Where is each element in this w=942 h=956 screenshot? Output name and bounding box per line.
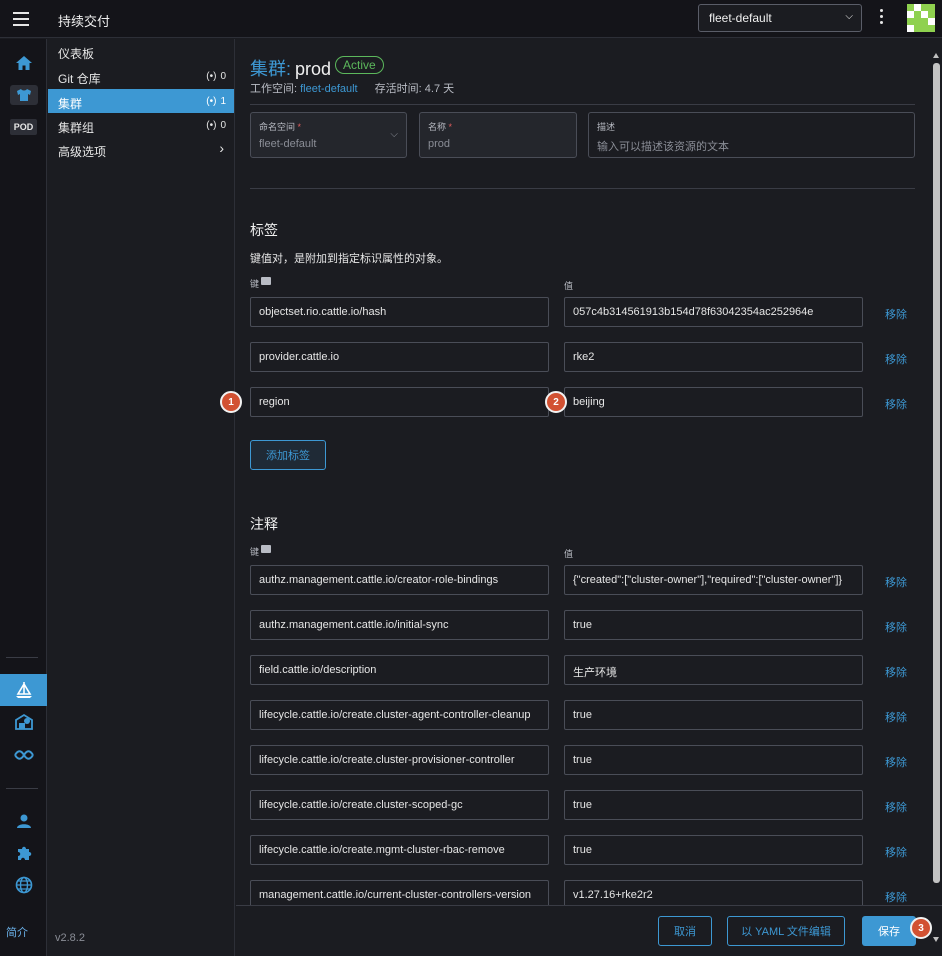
about-link[interactable]: 简介 bbox=[6, 924, 28, 940]
chevron-down-icon: ⌵ bbox=[390, 129, 398, 140]
namespace-field: 命名空间 * fleet-default ⌵ bbox=[250, 112, 407, 158]
remove-annotation-button[interactable]: 移除 bbox=[885, 574, 907, 590]
description-placeholder: 输入可以描述该资源的文本 bbox=[597, 141, 729, 153]
status-badge: Active bbox=[335, 56, 384, 74]
edit-yaml-button[interactable]: 以 YAML 文件编辑 bbox=[727, 916, 845, 946]
scroll-down-icon[interactable] bbox=[933, 937, 939, 942]
top-header: 持续交付 fleet-default ⌵ bbox=[0, 0, 942, 38]
annotation-key-input[interactable]: field.cattle.io/description bbox=[250, 655, 549, 685]
annotation-key-input[interactable]: authz.management.cattle.io/initial-sync bbox=[250, 610, 549, 640]
labels-description: 键值对，是附加到指定标识属性的对象。 bbox=[250, 253, 448, 265]
info-icon bbox=[261, 277, 272, 285]
name-field: 名称 * prod bbox=[419, 112, 577, 158]
info-icon bbox=[261, 545, 272, 553]
count-badge: (•) 0 bbox=[206, 120, 226, 131]
side-nav: 仪表板 Git 仓库 (•) 0 集群 (•) 1 集群组 (•) 0 高级选项 › … bbox=[48, 39, 235, 956]
save-button[interactable]: 保存 bbox=[862, 916, 916, 946]
scroll-up-icon[interactable] bbox=[933, 53, 939, 58]
add-label-button[interactable]: 添加标签 bbox=[250, 440, 326, 470]
cancel-button[interactable]: 取消 bbox=[658, 916, 712, 946]
remove-annotation-button[interactable]: 移除 bbox=[885, 709, 907, 725]
globe-icon[interactable] bbox=[0, 869, 47, 901]
main-content: 集群: prod Active 工作空间: fleet-default 存活时间:… bbox=[236, 39, 942, 956]
annotation-value-input[interactable]: 生产环境 bbox=[564, 655, 863, 685]
remove-annotation-button[interactable]: 移除 bbox=[885, 754, 907, 770]
annotation-value-input[interactable]: {"created":["cluster-owner"],"required":… bbox=[564, 565, 863, 595]
chevron-right-icon: › bbox=[219, 140, 224, 156]
labels-value-header: 值 bbox=[564, 281, 574, 291]
form-footer: 取消 以 YAML 文件编辑 保存 bbox=[236, 905, 942, 956]
remove-annotation-button[interactable]: 移除 bbox=[885, 799, 907, 815]
nav-item-advanced[interactable]: 高级选项 › bbox=[48, 137, 234, 161]
cluster-explorer-icon[interactable] bbox=[0, 79, 47, 111]
description-field[interactable]: 描述 输入可以描述该资源的文本 bbox=[588, 112, 915, 158]
label-key-input[interactable]: region bbox=[250, 387, 549, 417]
annotation-value-input[interactable]: true bbox=[564, 610, 863, 640]
virtualization-icon[interactable] bbox=[0, 739, 47, 771]
icon-rail: POD 简介 bbox=[0, 39, 47, 956]
annotation-value-input[interactable]: true bbox=[564, 790, 863, 820]
workspace-select[interactable]: fleet-default ⌵ bbox=[698, 4, 862, 32]
annotation-key-input[interactable]: authz.management.cattle.io/creator-role-… bbox=[250, 565, 549, 595]
label-value-input[interactable]: 057c4b314561913b154d78f63042354ac252964e bbox=[564, 297, 863, 327]
remove-label-button[interactable]: 移除 bbox=[885, 396, 907, 412]
step-marker: 3 bbox=[910, 917, 932, 939]
annotations-value-header: 值 bbox=[564, 549, 574, 559]
remove-label-button[interactable]: 移除 bbox=[885, 306, 907, 322]
extensions-icon[interactable] bbox=[0, 837, 47, 869]
annotation-value-input[interactable]: true bbox=[564, 745, 863, 775]
labels-key-header: 键 bbox=[250, 277, 272, 290]
workspace-select-value: fleet-default bbox=[709, 11, 772, 25]
remove-annotation-button[interactable]: 移除 bbox=[885, 844, 907, 860]
annotation-value-input[interactable]: true bbox=[564, 835, 863, 865]
page-title: 集群: prod bbox=[250, 55, 331, 81]
page-meta: 工作空间: fleet-default 存活时间: 4.7 天 bbox=[250, 83, 455, 95]
remove-label-button[interactable]: 移除 bbox=[885, 351, 907, 367]
label-key-input[interactable]: provider.cattle.io bbox=[250, 342, 549, 372]
annotation-value-input[interactable]: true bbox=[564, 700, 863, 730]
page-title-type: 集群: bbox=[250, 59, 292, 79]
step-marker: 2 bbox=[545, 391, 567, 413]
nav-item-cluster-groups[interactable]: 集群组 (•) 0 bbox=[48, 113, 234, 137]
cluster-management-icon[interactable] bbox=[0, 706, 47, 738]
scroll-thumb[interactable] bbox=[933, 63, 940, 883]
label-value-input[interactable]: beijing bbox=[564, 387, 863, 417]
count-badge: (•) 1 bbox=[206, 96, 226, 107]
nav-item-dashboard[interactable]: 仪表板 bbox=[48, 39, 234, 63]
count-badge: (•) 0 bbox=[206, 71, 226, 82]
pod-icon[interactable]: POD bbox=[0, 111, 47, 143]
annotation-key-input[interactable]: lifecycle.cattle.io/create.cluster-scope… bbox=[250, 790, 549, 820]
chevron-down-icon: ⌵ bbox=[845, 11, 853, 22]
app-title: 持续交付 bbox=[58, 14, 111, 29]
scrollbar[interactable] bbox=[930, 39, 942, 905]
step-marker: 1 bbox=[220, 391, 242, 413]
avatar[interactable] bbox=[907, 4, 935, 32]
more-options-icon[interactable] bbox=[878, 9, 884, 27]
annotation-key-input[interactable]: lifecycle.cattle.io/create.mgmt-cluster-… bbox=[250, 835, 549, 865]
annotation-key-input[interactable]: lifecycle.cattle.io/create.cluster-agent… bbox=[250, 700, 549, 730]
menu-icon[interactable] bbox=[13, 12, 29, 26]
continuous-delivery-icon[interactable] bbox=[0, 674, 47, 706]
label-key-input[interactable]: objectset.rio.cattle.io/hash bbox=[250, 297, 549, 327]
nav-item-clusters[interactable]: 集群 (•) 1 bbox=[48, 89, 234, 113]
user-icon[interactable] bbox=[0, 805, 47, 837]
remove-annotation-button[interactable]: 移除 bbox=[885, 619, 907, 635]
workspace-link[interactable]: fleet-default bbox=[300, 83, 357, 95]
home-icon[interactable] bbox=[0, 47, 47, 79]
annotations-title: 注释 bbox=[250, 516, 278, 532]
nav-item-git-repos[interactable]: Git 仓库 (•) 0 bbox=[48, 64, 234, 88]
version-label: v2.8.2 bbox=[55, 932, 85, 944]
remove-annotation-button[interactable]: 移除 bbox=[885, 889, 907, 905]
label-value-input[interactable]: rke2 bbox=[564, 342, 863, 372]
annotations-key-header: 键 bbox=[250, 545, 272, 558]
remove-annotation-button[interactable]: 移除 bbox=[885, 664, 907, 680]
annotation-key-input[interactable]: lifecycle.cattle.io/create.cluster-provi… bbox=[250, 745, 549, 775]
page-title-name: prod bbox=[295, 59, 332, 79]
labels-title: 标签 bbox=[250, 222, 278, 238]
